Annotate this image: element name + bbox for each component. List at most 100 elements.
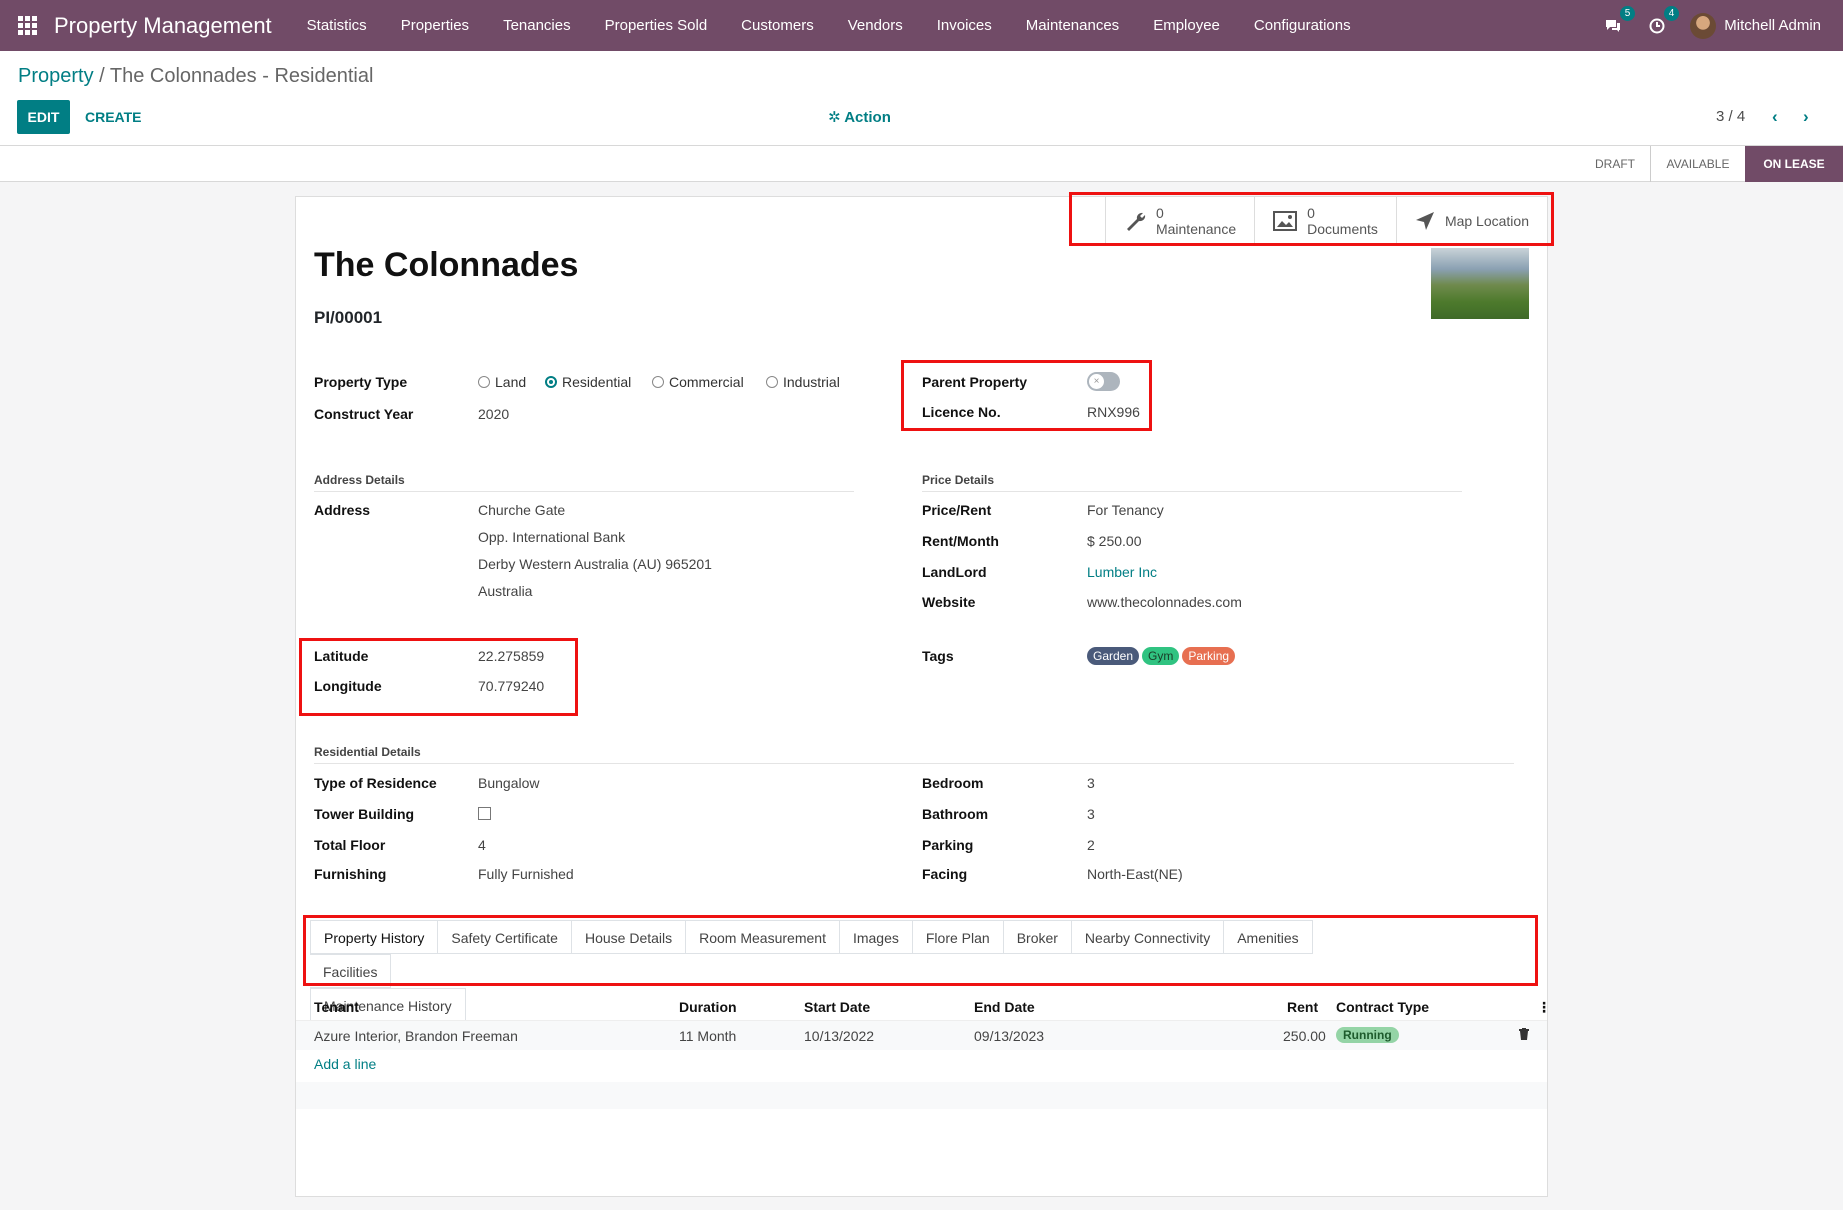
radio-off-icon: [652, 376, 664, 388]
parking-label: Parking: [922, 837, 974, 853]
status-draft[interactable]: DRAFT: [1580, 146, 1650, 182]
longitude-label: Longitude: [314, 678, 382, 694]
radio-industrial-label: Industrial: [783, 374, 840, 390]
radio-off-icon: [478, 376, 490, 388]
column-duration[interactable]: Duration: [679, 999, 737, 1015]
pager-previous-icon[interactable]: ‹: [1772, 107, 1778, 127]
radio-industrial[interactable]: Industrial: [766, 374, 840, 390]
radio-commercial[interactable]: Commercial: [652, 374, 744, 390]
column-end-date[interactable]: End Date: [974, 999, 1035, 1015]
tower-building-checkbox[interactable]: [478, 807, 491, 820]
action-label: Action: [844, 109, 891, 126]
menu-invoices[interactable]: Invoices: [920, 17, 1009, 34]
edit-button[interactable]: EDIT: [17, 100, 70, 134]
furnishing-label: Furnishing: [314, 866, 387, 882]
duration-cell: 11 Month: [679, 1028, 737, 1044]
column-tenant[interactable]: Tenant: [314, 999, 359, 1015]
column-options-icon[interactable]: ⋮: [1537, 999, 1551, 1016]
bedroom-value: 3: [1087, 775, 1095, 791]
column-start-date[interactable]: Start Date: [804, 999, 870, 1015]
map-location-smart-button[interactable]: Map Location: [1395, 197, 1547, 245]
status-on-lease[interactable]: ON LEASE: [1745, 146, 1843, 182]
website-value[interactable]: www.thecolonnades.com: [1087, 594, 1242, 610]
action-menu-button[interactable]: ✲ Action: [828, 108, 891, 126]
parent-property-toggle[interactable]: ×: [1087, 372, 1120, 391]
residence-type-value: Bungalow: [478, 775, 540, 791]
tab-broker[interactable]: Broker: [1003, 920, 1072, 954]
form-sheet: 0 Maintenance 0 Documents Map Location The…: [295, 196, 1551, 1197]
menu-employee[interactable]: Employee: [1136, 17, 1237, 34]
price-rent-value: For Tenancy: [1087, 502, 1164, 518]
table-row[interactable]: Azure Interior, Brandon Freeman 11 Month…: [296, 1021, 1547, 1050]
activities-icon[interactable]: 4: [1646, 5, 1680, 37]
menu-statistics[interactable]: Statistics: [290, 17, 384, 34]
menu-tenancies[interactable]: Tenancies: [486, 17, 588, 34]
latitude-value: 22.275859: [478, 648, 545, 664]
trash-icon[interactable]: [1519, 1028, 1529, 1040]
end-date-cell: 09/13/2023: [974, 1028, 1045, 1044]
tag-gym[interactable]: Gym: [1142, 647, 1180, 665]
address-label: Address: [314, 502, 371, 518]
tab-room-measurement[interactable]: Room Measurement: [686, 920, 840, 954]
construct-year-label: Construct Year: [314, 406, 414, 422]
status-available[interactable]: AVAILABLE: [1650, 146, 1745, 182]
column-contract-type[interactable]: Contract Type: [1336, 999, 1429, 1015]
furnishing-value: Fully Furnished: [478, 866, 574, 882]
breadcrumb-current: The Colonnades - Residential: [109, 65, 374, 87]
tag-parking[interactable]: Parking: [1182, 647, 1236, 665]
pager-next-icon[interactable]: ›: [1803, 107, 1809, 127]
menu-maintenances[interactable]: Maintenances: [1009, 17, 1136, 34]
property-image[interactable]: [1431, 248, 1529, 319]
activities-count-badge: 4: [1663, 5, 1680, 21]
radio-residential[interactable]: Residential: [545, 374, 631, 390]
tenant-cell: Azure Interior, Brandon Freeman: [314, 1028, 518, 1044]
tab-amenities[interactable]: Amenities: [1224, 920, 1313, 954]
total-floor-label: Total Floor: [314, 837, 386, 853]
tab-property-history[interactable]: Property History: [310, 920, 439, 954]
app-brand[interactable]: Property Management: [54, 13, 272, 39]
breadcrumb-parent-link[interactable]: Property: [18, 65, 94, 87]
bathroom-value: 3: [1087, 806, 1095, 822]
tab-house-details[interactable]: House Details: [571, 920, 687, 954]
address-street2: Opp. International Bank: [478, 529, 626, 545]
documents-smart-button[interactable]: 0 Documents: [1254, 197, 1396, 245]
rent-month-label: Rent/Month: [922, 533, 999, 549]
documents-count: 0: [1307, 204, 1315, 221]
menu-properties-sold[interactable]: Properties Sold: [588, 17, 725, 34]
licence-value: RNX996: [1087, 404, 1140, 420]
table-header: Tenant Duration Start Date End Date Rent…: [296, 992, 1551, 1021]
radio-off-icon: [766, 376, 778, 388]
menu-customers[interactable]: Customers: [724, 17, 831, 34]
address-section-title: Address Details: [314, 473, 854, 492]
map-location-label: Map Location: [1444, 213, 1529, 229]
top-navbar: Property Management Statistics Propertie…: [0, 0, 1843, 51]
menu-configurations[interactable]: Configurations: [1237, 17, 1368, 34]
documents-label: Documents: [1307, 220, 1378, 237]
user-menu[interactable]: Mitchell Admin: [1690, 12, 1821, 39]
tag-garden[interactable]: Garden: [1087, 647, 1140, 665]
maintenance-label: Maintenance: [1155, 220, 1237, 237]
tab-flore-plan[interactable]: Flore Plan: [912, 920, 1004, 954]
landlord-label: LandLord: [922, 564, 987, 580]
property-history-table: Tenant Duration Start Date End Date Rent…: [296, 992, 1551, 1050]
create-button[interactable]: CREATE: [85, 109, 142, 125]
messages-icon[interactable]: 5: [1602, 5, 1636, 37]
tab-facilities[interactable]: Facilities: [310, 954, 392, 988]
menu-vendors[interactable]: Vendors: [831, 17, 920, 34]
menu-properties[interactable]: Properties: [384, 17, 486, 34]
radio-land[interactable]: Land: [478, 374, 526, 390]
price-section-title: Price Details: [922, 473, 1462, 492]
column-rent[interactable]: Rent: [1287, 999, 1318, 1015]
tab-images[interactable]: Images: [839, 920, 913, 954]
tab-safety-certificate[interactable]: Safety Certificate: [438, 920, 572, 954]
tab-nearby-connectivity[interactable]: Nearby Connectivity: [1071, 920, 1225, 954]
price-rent-label: Price/Rent: [922, 502, 992, 518]
breadcrumb-separator: /: [93, 65, 110, 87]
landlord-link[interactable]: Lumber Inc: [1087, 564, 1157, 580]
add-a-line-link[interactable]: Add a line: [314, 1056, 376, 1072]
apps-menu-icon[interactable]: [0, 0, 54, 51]
maintenance-smart-button[interactable]: 0 Maintenance: [1104, 197, 1254, 245]
address-city-line: Derby Western Australia (AU) 965201: [478, 556, 712, 572]
maintenance-count: 0: [1155, 204, 1164, 221]
radio-on-icon: [545, 376, 557, 388]
